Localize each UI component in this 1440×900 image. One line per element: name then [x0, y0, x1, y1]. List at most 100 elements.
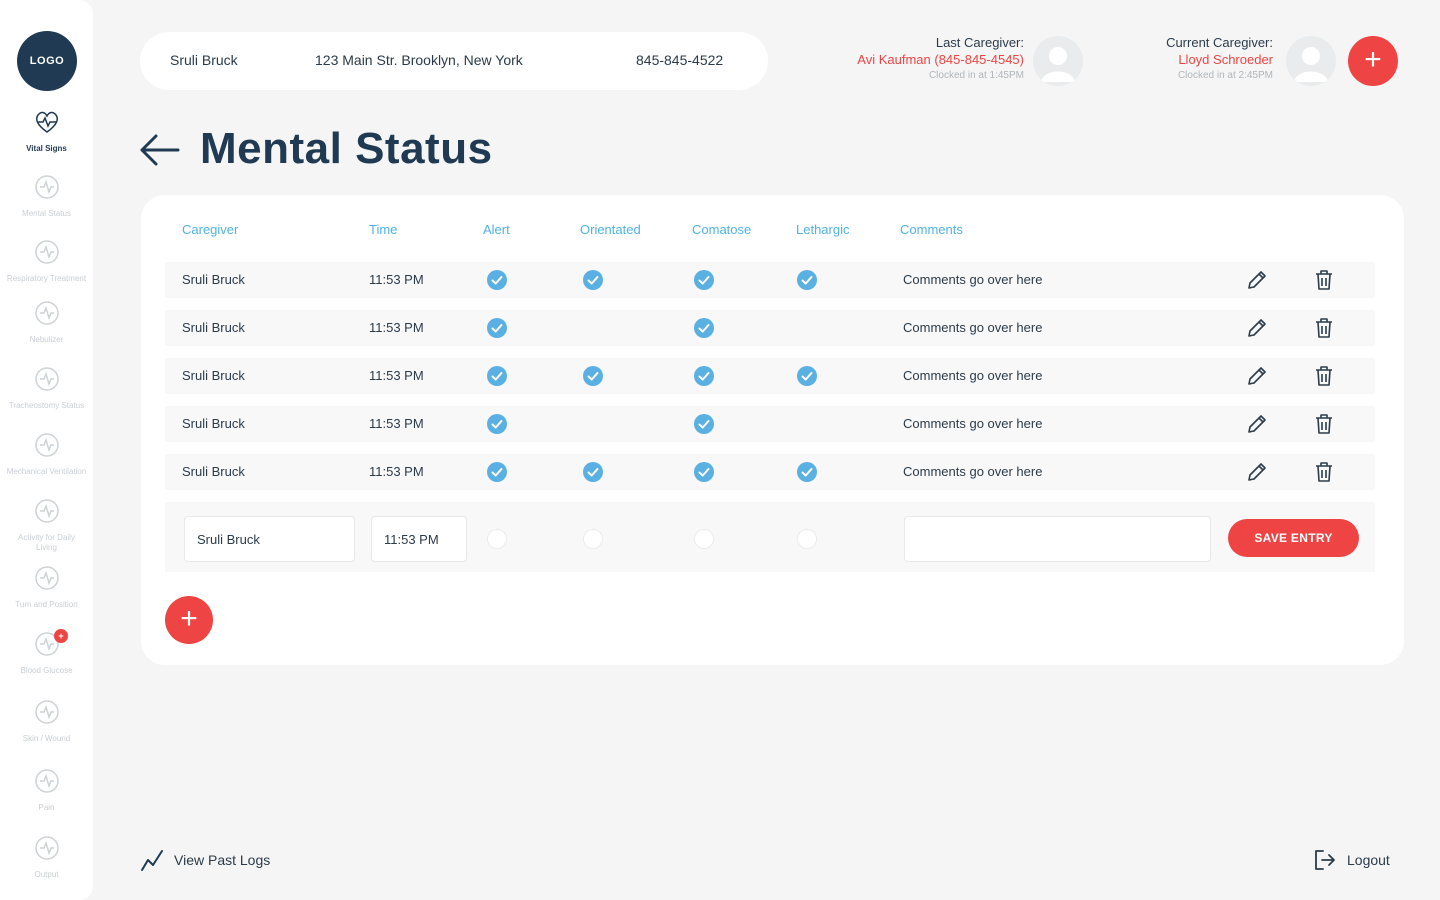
- delete-trash-icon[interactable]: [1312, 460, 1336, 484]
- header-alert: Alert: [483, 222, 510, 237]
- page-title: Mental Status: [200, 124, 493, 173]
- sidebar-item-tracheostomy-status[interactable]: Tracheostomy Status: [0, 364, 93, 411]
- alert-check-icon: [487, 366, 507, 386]
- alert-check-icon: [487, 462, 507, 482]
- logout-icon: [1315, 850, 1335, 870]
- current-caregiver-name: Lloyd Schroeder: [1178, 52, 1273, 67]
- comatose-check-icon: [694, 270, 714, 290]
- row-caregiver: Sruli Bruck: [182, 416, 245, 431]
- sidebar-item-mechanical-ventilation[interactable]: Mechanical Ventilation: [0, 430, 93, 477]
- table-row: Sruli Bruck 11:53 PM Comments go over here: [165, 454, 1375, 490]
- edit-pencil-icon[interactable]: [1245, 412, 1269, 436]
- delete-trash-icon[interactable]: [1312, 412, 1336, 436]
- entry-time-input[interactable]: [371, 516, 467, 562]
- sidebar-item-respiratory-treatment[interactable]: Respiratory Treatment: [0, 237, 93, 284]
- view-past-logs-link[interactable]: View Past Logs: [140, 848, 270, 872]
- table-row: Sruli Bruck 11:53 PM Comments go over here: [165, 310, 1375, 346]
- header-comments: Comments: [900, 222, 963, 237]
- row-comments: Comments go over here: [903, 464, 1043, 479]
- sidebar-item-label: Nebulizer: [29, 335, 64, 344]
- sidebar-item-pain[interactable]: Pain: [0, 766, 93, 813]
- sidebar-item-label: Turn and Position: [15, 600, 78, 609]
- row-comments: Comments go over here: [903, 416, 1043, 431]
- last-caregiver-name: Avi Kaufman (845-845-4545): [857, 52, 1024, 67]
- edit-pencil-icon[interactable]: [1245, 364, 1269, 388]
- sidebar-item-output[interactable]: Output: [0, 833, 93, 880]
- header-orientated: Orientated: [580, 222, 641, 237]
- sidebar-item-label: Vital Signs: [26, 144, 67, 153]
- entry-comatose-radio[interactable]: [694, 529, 714, 549]
- row-caregiver: Sruli Bruck: [182, 272, 245, 287]
- sidebar-item-label: Skin / Wound: [22, 734, 71, 743]
- sidebar-item-blood-glucose[interactable]: + Blood Glucose: [0, 629, 93, 676]
- view-past-logs-label: View Past Logs: [174, 852, 271, 868]
- row-time: 11:53 PM: [369, 464, 424, 479]
- skin-icon: [32, 697, 62, 732]
- orientated-check-icon: [583, 462, 603, 482]
- alert-check-icon: [487, 318, 507, 338]
- patient-phone: 845-845-4522: [636, 52, 724, 68]
- save-entry-button[interactable]: SAVE ENTRY: [1228, 519, 1359, 557]
- sidebar-item-turn-and-position[interactable]: Turn and Position: [0, 563, 93, 610]
- alert-check-icon: [487, 270, 507, 290]
- edit-pencil-icon[interactable]: [1245, 460, 1269, 484]
- logout-label: Logout: [1347, 852, 1390, 868]
- delete-trash-icon[interactable]: [1312, 268, 1336, 292]
- current-caregiver-title: Current Caregiver:: [1166, 35, 1273, 50]
- entry-orientated-radio[interactable]: [583, 529, 603, 549]
- sidebar-item-label: Respiratory Treatment: [6, 274, 87, 283]
- orientated-check-icon: [583, 270, 603, 290]
- patient-name: Sruli Bruck: [170, 52, 238, 68]
- sidebar-item-activity-for-daily-living[interactable]: Activity for Daily Living: [0, 496, 93, 553]
- row-caregiver: Sruli Bruck: [182, 320, 245, 335]
- delete-trash-icon[interactable]: [1312, 316, 1336, 340]
- logout-link[interactable]: Logout: [1313, 848, 1390, 872]
- lethargic-check-icon: [797, 270, 817, 290]
- comatose-check-icon: [694, 366, 714, 386]
- row-time: 11:53 PM: [369, 320, 424, 335]
- last-caregiver-avatar: [1033, 36, 1083, 86]
- header-time: Time: [369, 222, 398, 237]
- sidebar-item-vital-signs[interactable]: Vital Signs: [0, 107, 93, 154]
- sidebar-item-label: Mechanical Ventilation: [6, 467, 87, 476]
- add-row-button[interactable]: +: [165, 596, 213, 644]
- entry-alert-radio[interactable]: [487, 529, 507, 549]
- row-time: 11:53 PM: [369, 368, 424, 383]
- current-caregiver-avatar: [1286, 36, 1336, 86]
- header-caregiver: Caregiver: [182, 222, 239, 237]
- sidebar-item-label: Mental Status: [22, 209, 71, 218]
- delete-trash-icon[interactable]: [1312, 364, 1336, 388]
- activity-icon: [32, 496, 62, 531]
- brain-icon: [32, 172, 62, 207]
- table-row: Sruli Bruck 11:53 PM Comments go over here: [165, 358, 1375, 394]
- entry-lethargic-radio[interactable]: [797, 529, 817, 549]
- comatose-check-icon: [694, 414, 714, 434]
- back-arrow-icon[interactable]: [138, 132, 180, 168]
- current-caregiver: Current Caregiver: Lloyd Schroeder Clock…: [1166, 34, 1273, 84]
- edit-pencil-icon[interactable]: [1245, 316, 1269, 340]
- notification-badge: +: [54, 629, 68, 643]
- entry-comments-input[interactable]: [904, 516, 1211, 562]
- row-caregiver: Sruli Bruck: [182, 464, 245, 479]
- add-caregiver-button[interactable]: +: [1348, 36, 1398, 86]
- row-comments: Comments go over here: [903, 368, 1043, 383]
- row-comments: Comments go over here: [903, 272, 1043, 287]
- sidebar-item-mental-status[interactable]: Mental Status: [0, 172, 93, 219]
- row-comments: Comments go over here: [903, 320, 1043, 335]
- sidebar-item-label: Tracheostomy Status: [8, 401, 85, 410]
- entry-caregiver-input[interactable]: [184, 516, 355, 562]
- logo: LOGO: [17, 31, 77, 91]
- mental-status-card: Caregiver Time Alert Orientated Comatose…: [141, 195, 1404, 665]
- comatose-check-icon: [694, 462, 714, 482]
- row-caregiver: Sruli Bruck: [182, 368, 245, 383]
- lungs-icon: [32, 237, 62, 272]
- sidebar-item-skin-wound[interactable]: Skin / Wound: [0, 697, 93, 744]
- last-caregiver: Last Caregiver: Avi Kaufman (845-845-454…: [857, 34, 1024, 84]
- new-entry-row: SAVE ENTRY: [165, 502, 1375, 572]
- nebulizer-icon: [32, 298, 62, 333]
- last-caregiver-clock: Clocked in at 1:45PM: [928, 70, 1024, 81]
- heart-pulse-icon: [32, 107, 62, 142]
- current-caregiver-clock: Clocked in at 2:45PM: [1177, 70, 1273, 81]
- sidebar-item-nebulizer[interactable]: Nebulizer: [0, 298, 93, 345]
- edit-pencil-icon[interactable]: [1245, 268, 1269, 292]
